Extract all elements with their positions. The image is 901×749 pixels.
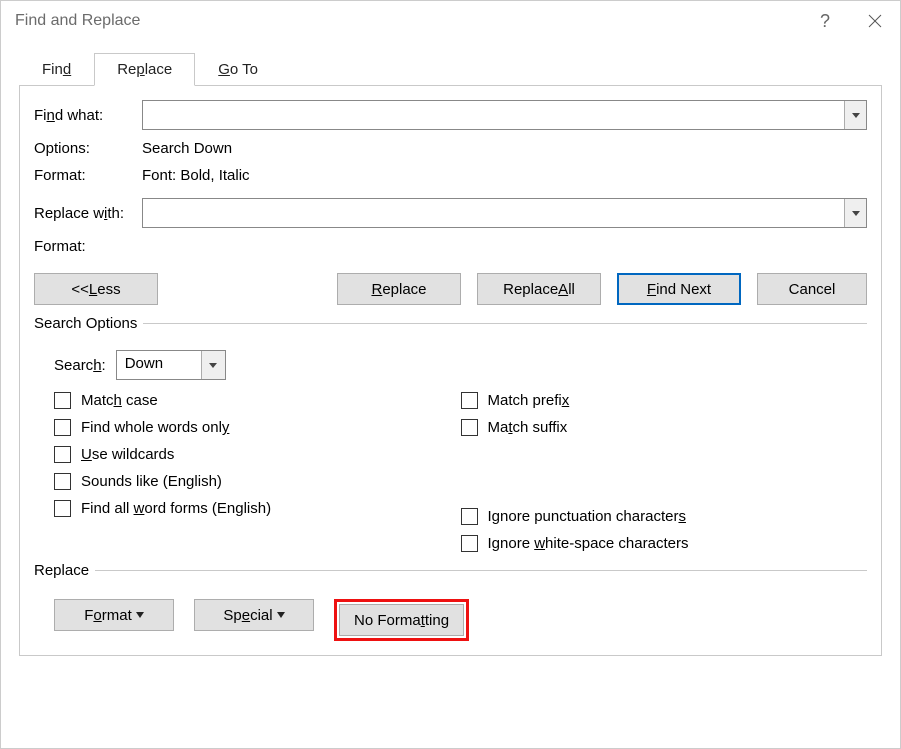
tab-sheet: Find what: Options: Search Down Format: … — [19, 85, 882, 656]
chevron-down-icon — [852, 211, 860, 216]
search-options-group: Search Options Search: Down Match case F… — [34, 315, 867, 552]
options-label: Options: — [34, 140, 142, 157]
whole-words-checkbox[interactable]: Find whole words only — [54, 419, 461, 436]
tab-strip: Find Replace Go To — [19, 51, 882, 85]
find-what-combo[interactable] — [142, 100, 867, 130]
match-case-checkbox[interactable]: Match case — [54, 392, 461, 409]
search-direction-value: Down — [117, 351, 201, 379]
search-direction-dropdown[interactable] — [201, 351, 225, 379]
match-suffix-checkbox[interactable]: Match suffix — [461, 419, 868, 436]
format-menu-button[interactable]: Format — [54, 599, 174, 631]
close-icon — [868, 14, 882, 28]
wildcards-checkbox[interactable]: Use wildcards — [54, 446, 461, 463]
find-replace-dialog: Find and Replace ? Find Replace Go To Fi… — [0, 0, 901, 749]
replace-with-input[interactable] — [143, 199, 844, 227]
replace-group: Replace Format Special No Formatting — [34, 562, 867, 641]
find-format-value: Font: Bold, Italic — [142, 167, 867, 184]
word-forms-checkbox[interactable]: Find all word forms (English) — [54, 500, 461, 517]
replace-legend: Replace — [34, 562, 95, 579]
search-options-legend: Search Options — [34, 315, 143, 332]
tab-find[interactable]: Find — [19, 53, 94, 86]
ignore-punct-checkbox[interactable]: Ignore punctuation characters — [461, 508, 868, 525]
find-what-input[interactable] — [143, 101, 844, 129]
ignore-whitespace-checkbox[interactable]: Ignore white-space characters — [461, 535, 868, 552]
options-value: Search Down — [142, 140, 867, 157]
find-next-button[interactable]: Find Next — [617, 273, 741, 305]
find-what-dropdown[interactable] — [844, 101, 866, 129]
help-button[interactable]: ? — [800, 1, 850, 41]
tab-goto[interactable]: Go To — [195, 53, 281, 86]
replace-all-button[interactable]: Replace All — [477, 273, 601, 305]
no-formatting-highlight: No Formatting — [334, 599, 469, 641]
action-button-row: << Less Replace Replace All Find Next Ca… — [34, 273, 867, 305]
find-what-label: Find what: — [34, 107, 142, 124]
close-button[interactable] — [850, 1, 900, 41]
caret-down-icon — [136, 612, 144, 618]
find-format-label: Format: — [34, 167, 142, 184]
replace-format-label: Format: — [34, 238, 142, 255]
replace-button[interactable]: Replace — [337, 273, 461, 305]
search-direction-label: Search: — [54, 357, 106, 374]
less-button[interactable]: << Less — [34, 273, 158, 305]
no-formatting-button[interactable]: No Formatting — [339, 604, 464, 636]
sounds-like-checkbox[interactable]: Sounds like (English) — [54, 473, 461, 490]
match-prefix-checkbox[interactable]: Match prefix — [461, 392, 868, 409]
title-bar: Find and Replace ? — [1, 1, 900, 41]
replace-with-combo[interactable] — [142, 198, 867, 228]
search-direction-select[interactable]: Down — [116, 350, 226, 380]
chevron-down-icon — [852, 113, 860, 118]
chevron-down-icon — [209, 363, 217, 368]
replace-with-dropdown[interactable] — [844, 199, 866, 227]
cancel-button[interactable]: Cancel — [757, 273, 867, 305]
window-title: Find and Replace — [15, 12, 800, 30]
replace-with-label: Replace with: — [34, 205, 142, 222]
special-menu-button[interactable]: Special — [194, 599, 314, 631]
client-area: Find Replace Go To Find what: Options: S… — [1, 41, 900, 748]
tab-replace[interactable]: Replace — [94, 53, 195, 86]
caret-down-icon — [277, 612, 285, 618]
